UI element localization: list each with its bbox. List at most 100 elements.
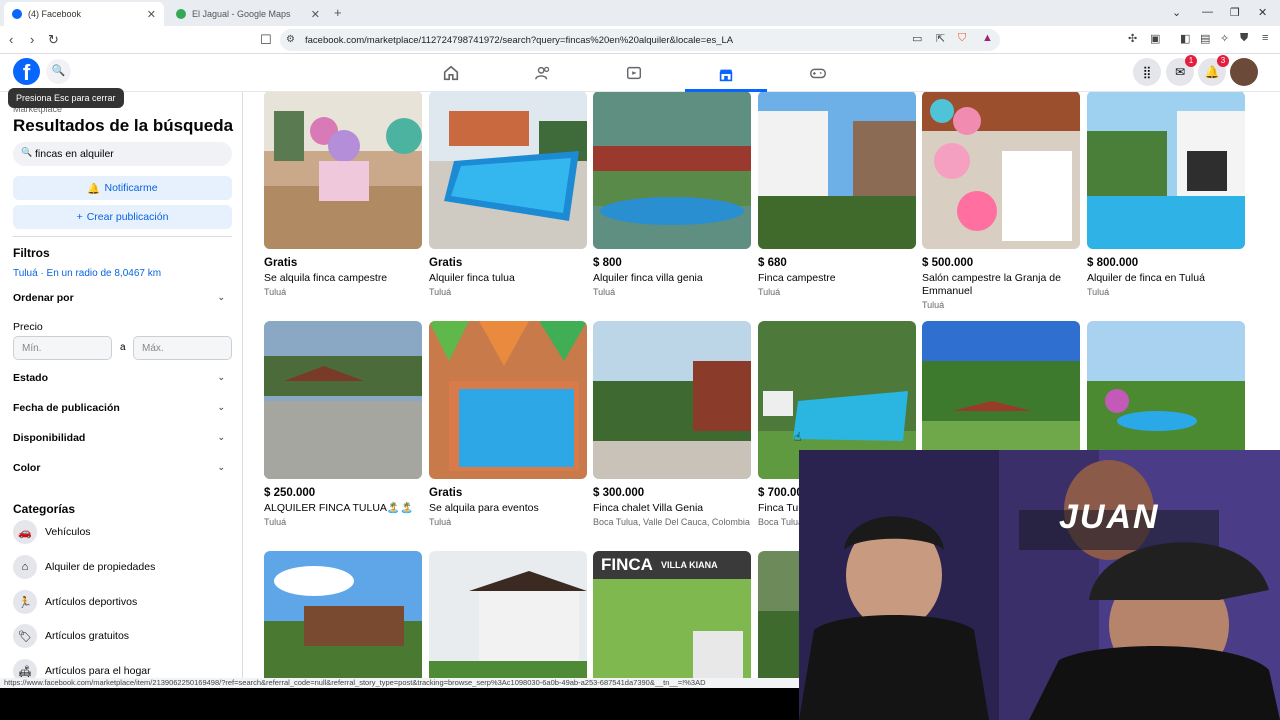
- sort-label: Ordenar por: [13, 292, 74, 304]
- category-vehicles[interactable]: 🚗 Vehículos: [13, 520, 91, 544]
- bell-icon: 🔔: [87, 182, 101, 195]
- location-filter[interactable]: Tuluá · En un radio de 8,0467 km: [13, 268, 161, 279]
- listing-price: Gratis: [429, 487, 463, 499]
- color-dropdown[interactable]: Color ⌄: [13, 462, 225, 474]
- bookmark-icon[interactable]: ☐: [260, 32, 272, 48]
- brave-rewards-icon[interactable]: ▲: [982, 32, 993, 44]
- category-free-stuff[interactable]: 🏷 Artículos gratuitos: [13, 624, 129, 648]
- listing-card[interactable]: $ 250.000 ALQUILER FINCA TULUA🏝️🏝️ Tuluá: [264, 321, 422, 527]
- sort-dropdown[interactable]: Ordenar por ⌄: [13, 292, 225, 304]
- listing-card[interactable]: $ 300.000 Finca chalet Villa Genia Boca …: [593, 321, 751, 527]
- close-window-icon[interactable]: ✕: [1258, 6, 1267, 19]
- search-icon: 🔍: [21, 147, 33, 157]
- listing-card[interactable]: $ 500.000 Salón campestre la Granja de E…: [922, 92, 1080, 310]
- facebook-logo-icon[interactable]: f: [13, 58, 40, 85]
- search-icon[interactable]: 🔍: [46, 59, 71, 84]
- category-label: Artículos gratuitos: [45, 630, 130, 642]
- tooltip: Presiona Esc para cerrar: [8, 88, 124, 108]
- gaming-nav-icon[interactable]: [798, 60, 838, 86]
- listing-price: $ 300.000: [593, 487, 645, 499]
- tab-label: El Jagual - Google Maps: [192, 9, 291, 19]
- listing-card[interactable]: $ 800.000 Alquiler de finca en Tuluá Tul…: [1087, 92, 1245, 297]
- listing-price: $ 800: [593, 257, 622, 269]
- category-label: Alquiler de propiedades: [45, 561, 156, 573]
- apps-menu-icon[interactable]: ⣿: [1133, 58, 1161, 86]
- listing-card[interactable]: Gratis Alquiler finca tulua Tuluá: [429, 92, 587, 297]
- mouse-cursor-icon: ☝: [794, 430, 802, 444]
- condition-dropdown[interactable]: Estado ⌄: [13, 372, 225, 384]
- date-listed-dropdown[interactable]: Fecha de publicación ⌄: [13, 402, 225, 414]
- listing-price: $ 800.000: [1087, 257, 1139, 269]
- url-field[interactable]: facebook.com/marketplace/112724798741972…: [280, 29, 1000, 51]
- home-nav-icon[interactable]: [431, 60, 471, 86]
- vpn-icon[interactable]: ▤: [1200, 32, 1210, 45]
- tab-label: (4) Facebook: [28, 9, 82, 19]
- back-icon[interactable]: ‹: [9, 32, 13, 47]
- marketplace-nav-icon[interactable]: [685, 60, 767, 92]
- listing-card[interactable]: $ 800 Alquiler finca villa genia Tuluá: [593, 92, 751, 297]
- listing-photo: [429, 92, 587, 249]
- video-nav-icon[interactable]: [614, 60, 654, 86]
- listing-photo: [1087, 92, 1245, 249]
- filters-heading: Filtros: [13, 246, 50, 260]
- notifications-icon[interactable]: 🔔 3: [1198, 55, 1229, 86]
- listing-card[interactable]: Gratis Se alquila finca campestre Tuluá: [264, 92, 422, 297]
- min-price-field[interactable]: Mín.: [13, 336, 112, 360]
- listing-card[interactable]: [264, 551, 422, 688]
- reload-icon[interactable]: ↻: [48, 32, 59, 48]
- runner-icon: 🏃: [13, 590, 37, 614]
- chevron-down-icon: ⌄: [217, 432, 225, 442]
- listing-card[interactable]: [429, 551, 587, 688]
- notify-button[interactable]: 🔔 Notificarme: [13, 176, 232, 200]
- close-tab-icon[interactable]: ✕: [147, 8, 156, 21]
- category-property-rentals[interactable]: ⌂ Alquiler de propiedades: [13, 555, 155, 579]
- status-bar-url: https://www.facebook.com/marketplace/ite…: [0, 678, 800, 688]
- messenger-icon[interactable]: ✉ 1: [1166, 55, 1197, 86]
- filter-label: Estado: [13, 372, 49, 384]
- listing-photo: [264, 321, 422, 479]
- categories-heading: Categorías: [13, 502, 76, 516]
- avatar[interactable]: [1230, 58, 1258, 86]
- messenger-badge: 1: [1185, 55, 1197, 67]
- minimize-icon[interactable]: —: [1202, 6, 1213, 18]
- listing-card[interactable]: Gratis Se alquila para eventos Tuluá: [429, 321, 587, 527]
- wallet-icon[interactable]: ▣: [1150, 32, 1160, 45]
- forward-icon[interactable]: ›: [30, 32, 34, 47]
- finca-banner-sub: VILLA KIANA: [660, 560, 718, 570]
- install-icon[interactable]: ▭: [912, 32, 922, 45]
- extensions-icon[interactable]: ✣: [1128, 32, 1137, 45]
- create-listing-button[interactable]: + Crear publicación: [13, 205, 232, 229]
- menu-icon[interactable]: ≡: [1262, 32, 1268, 44]
- availability-dropdown[interactable]: Disponibilidad ⌄: [13, 432, 225, 444]
- listing-location: Tuluá: [1087, 287, 1110, 297]
- notifications-badge: 3: [1217, 55, 1229, 67]
- search-input[interactable]: 🔍 fincas en alquiler: [13, 142, 232, 166]
- price-label: Precio: [13, 321, 225, 333]
- chevron-down-icon: ⌄: [217, 402, 225, 412]
- listing-photo: [593, 92, 751, 249]
- sidebar-toggle-icon[interactable]: ◧: [1180, 32, 1190, 45]
- new-tab-icon[interactable]: +: [334, 5, 342, 20]
- site-info-icon[interactable]: ⚙: [286, 34, 295, 45]
- friends-nav-icon[interactable]: [523, 60, 563, 86]
- browser-tab-strip: (4) Facebook ✕ El Jagual - Google Maps ✕…: [0, 0, 1280, 26]
- tab-google-maps[interactable]: El Jagual - Google Maps ✕: [168, 2, 328, 26]
- share-icon[interactable]: ⇱: [936, 32, 945, 45]
- category-sporting-goods[interactable]: 🏃 Artículos deportivos: [13, 590, 137, 614]
- brave-shield-icon[interactable]: ⛉: [958, 32, 966, 45]
- notify-label: Notificarme: [104, 182, 158, 194]
- maps-pin-icon: [176, 9, 186, 19]
- leo-icon[interactable]: ✧: [1220, 32, 1229, 45]
- listing-photo: [264, 92, 422, 249]
- max-price-field[interactable]: Máx.: [133, 336, 232, 360]
- category-label: Artículos para el hogar: [45, 665, 151, 677]
- tab-facebook[interactable]: (4) Facebook ✕: [4, 2, 164, 26]
- listing-title: Se alquila para eventos: [429, 502, 539, 514]
- chevron-down-icon[interactable]: ⌄: [1172, 6, 1181, 19]
- listing-card[interactable]: $ 680 Finca campestre Tuluá: [758, 92, 916, 297]
- listing-title: Alquiler de finca en Tuluá: [1087, 272, 1205, 284]
- restore-icon[interactable]: ❐: [1230, 6, 1240, 19]
- close-tab-icon[interactable]: ✕: [311, 8, 320, 21]
- listing-location: Tuluá: [758, 287, 781, 297]
- shield-icon[interactable]: ⛊: [1240, 32, 1248, 45]
